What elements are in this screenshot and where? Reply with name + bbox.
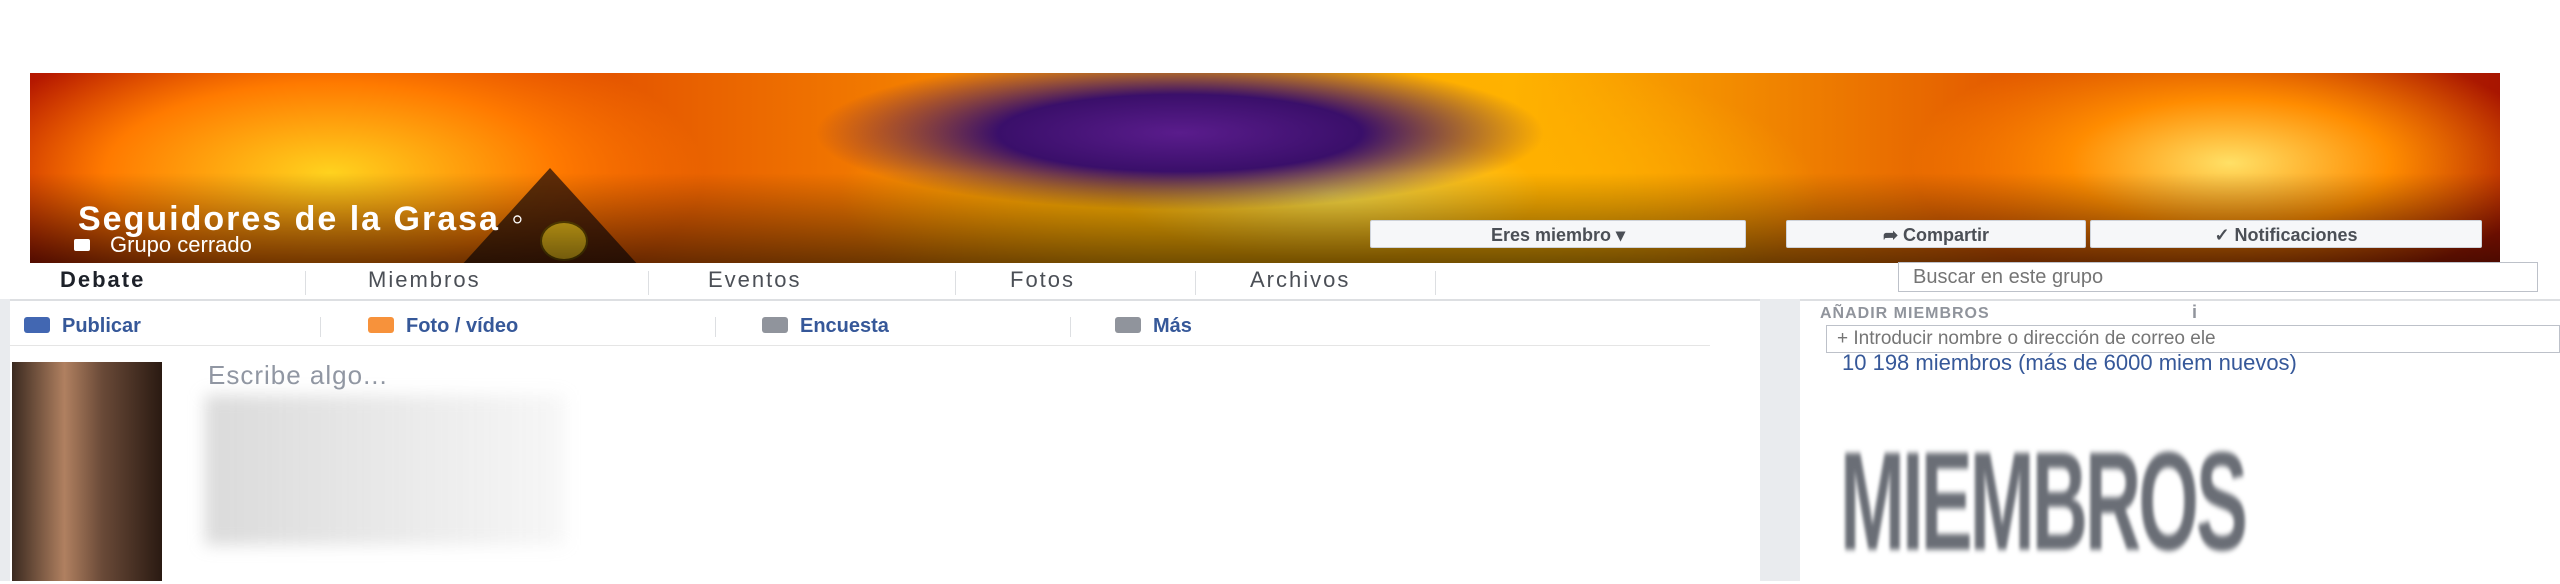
member-count-link[interactable]: 10 198 miembros (más de 6000 miem nuevos… — [1842, 352, 2560, 374]
info-icon[interactable]: i — [2192, 302, 2197, 323]
tab-fotos[interactable]: Fotos — [1010, 267, 1075, 293]
tab-miembros[interactable]: Miembros — [368, 267, 481, 293]
composer-divider — [715, 317, 716, 337]
page-gutter-left — [0, 299, 10, 581]
tab-divider — [305, 271, 306, 295]
composer-input[interactable]: Escribe algo... — [208, 360, 388, 391]
globe-icon: ◦ — [511, 200, 526, 238]
member-button[interactable]: Eres miembro ▾ — [1370, 220, 1746, 248]
group-type: Grupo cerrado — [74, 232, 252, 258]
members-heading: MIEMBROS — [1840, 421, 2248, 581]
share-button[interactable]: ➦ Compartir — [1786, 220, 2086, 248]
poll-button[interactable]: Encuesta — [762, 315, 889, 338]
add-members-heading: AÑADIR MIEMBROS — [1820, 305, 1990, 322]
notifications-button[interactable]: ✓ Notificaciones — [2090, 220, 2482, 248]
more-icon — [1115, 316, 1141, 333]
composer-divider — [320, 317, 321, 337]
avatar[interactable] — [12, 362, 162, 581]
poll-icon — [762, 316, 788, 333]
more-button[interactable]: Más — [1115, 315, 1192, 338]
tab-debate[interactable]: Debate — [60, 267, 145, 293]
tab-divider — [955, 271, 956, 295]
tab-eventos[interactable]: Eventos — [708, 267, 802, 293]
lock-icon — [74, 239, 90, 251]
tab-divider — [1435, 271, 1436, 295]
publish-button[interactable]: Publicar — [24, 315, 141, 338]
tab-divider — [648, 271, 649, 295]
tab-archivos[interactable]: Archivos — [1250, 267, 1350, 293]
photo-icon — [368, 316, 394, 333]
pencil-icon — [24, 316, 50, 333]
composer-toolbar: Publicar Foto / vídeo Encuesta Más — [10, 305, 1710, 346]
photo-video-button[interactable]: Foto / vídeo — [368, 315, 518, 338]
add-members-input[interactable] — [1826, 325, 2560, 353]
page-gutter — [1760, 299, 1800, 581]
tab-divider — [1195, 271, 1196, 295]
group-search-input[interactable] — [1898, 262, 2538, 292]
composer-divider — [1070, 317, 1071, 337]
blurred-content — [205, 395, 565, 545]
